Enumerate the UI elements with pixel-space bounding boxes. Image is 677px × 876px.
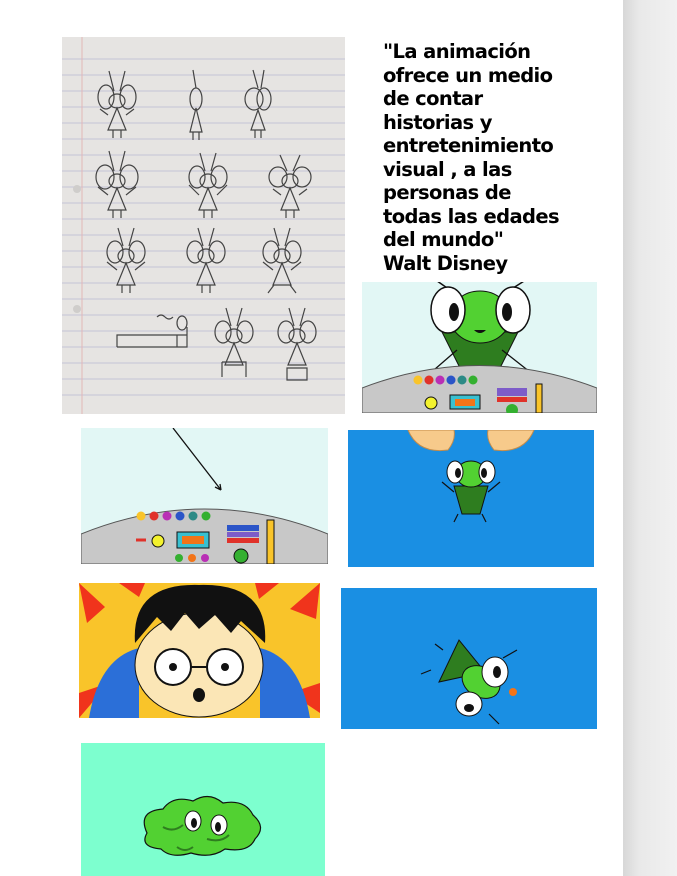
console-illustration	[81, 428, 328, 564]
quote-line: de contar	[383, 87, 483, 110]
document-page: "La animación ofrece un medio de contar …	[0, 0, 623, 876]
quote-line: personas de	[383, 181, 511, 204]
alien-console-illustration	[362, 282, 597, 413]
quote-line: ofrece un medio	[383, 63, 553, 87]
melted-alien-illustration	[81, 743, 325, 876]
quote-author: Walt Disney	[383, 251, 508, 275]
melted-alien-panel	[81, 743, 325, 876]
falling-alien-illustration	[341, 588, 597, 729]
quote-line: visual , a las	[383, 157, 512, 181]
quote-line: "La animación	[383, 40, 531, 63]
walt-disney-quote: "La animación ofrece un medio de contar …	[383, 40, 613, 275]
quote-line: del mundo"	[383, 228, 504, 251]
sketch-storyboard-photo	[62, 37, 345, 414]
hands-alien-illustration	[348, 430, 594, 567]
falling-alien-panel	[341, 588, 597, 729]
alien-at-console-panel	[362, 282, 597, 413]
page-edge-shadow	[623, 0, 677, 876]
surprised-boy-panel	[79, 583, 320, 718]
surprised-boy-illustration	[79, 583, 320, 718]
quote-line: historias y	[383, 110, 492, 134]
quote-line: entretenimiento	[383, 134, 554, 157]
console-only-panel	[81, 428, 328, 564]
quote-line: todas las edades	[383, 204, 560, 228]
sketch-storyboard-image	[62, 37, 345, 414]
hands-grab-alien-panel	[348, 430, 594, 567]
